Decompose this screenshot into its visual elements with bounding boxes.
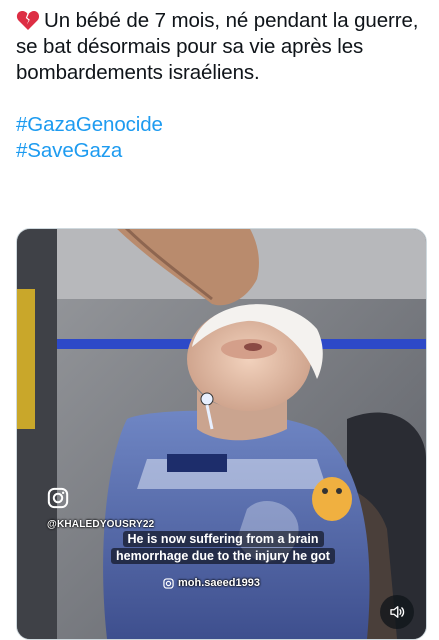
hashtag-link-gazagenocide[interactable]: #GazaGenocide <box>16 112 428 138</box>
post-body-text: Un bébé de 7 mois, né pendant la guerre,… <box>16 9 419 84</box>
hashtag-list: #GazaGenocide #SaveGaza <box>16 112 428 164</box>
post-text: Un bébé de 7 mois, né pendant la guerre,… <box>16 8 428 164</box>
sound-icon <box>390 606 405 618</box>
video-caption-text: He is now suffering from a brain hemorrh… <box>111 531 335 564</box>
broken-heart-emoji-icon <box>16 10 40 30</box>
instagram-small-icon <box>163 577 174 589</box>
credit-handle: moh.saeed1993 <box>163 577 260 589</box>
video-player[interactable]: @KHALEDYOUSRY22 He is now suffering from… <box>16 228 427 640</box>
sound-toggle-button[interactable] <box>380 595 414 629</box>
watermark-handle: @KHALEDYOUSRY22 <box>47 519 155 530</box>
video-caption: He is now suffering from a brain hemorrh… <box>93 531 353 565</box>
post-body: Un bébé de 7 mois, né pendant la guerre,… <box>16 8 428 86</box>
credit-handle-text: moh.saeed1993 <box>178 577 260 589</box>
hashtag-link-savegaza[interactable]: #SaveGaza <box>16 138 428 164</box>
instagram-icon <box>47 487 69 509</box>
